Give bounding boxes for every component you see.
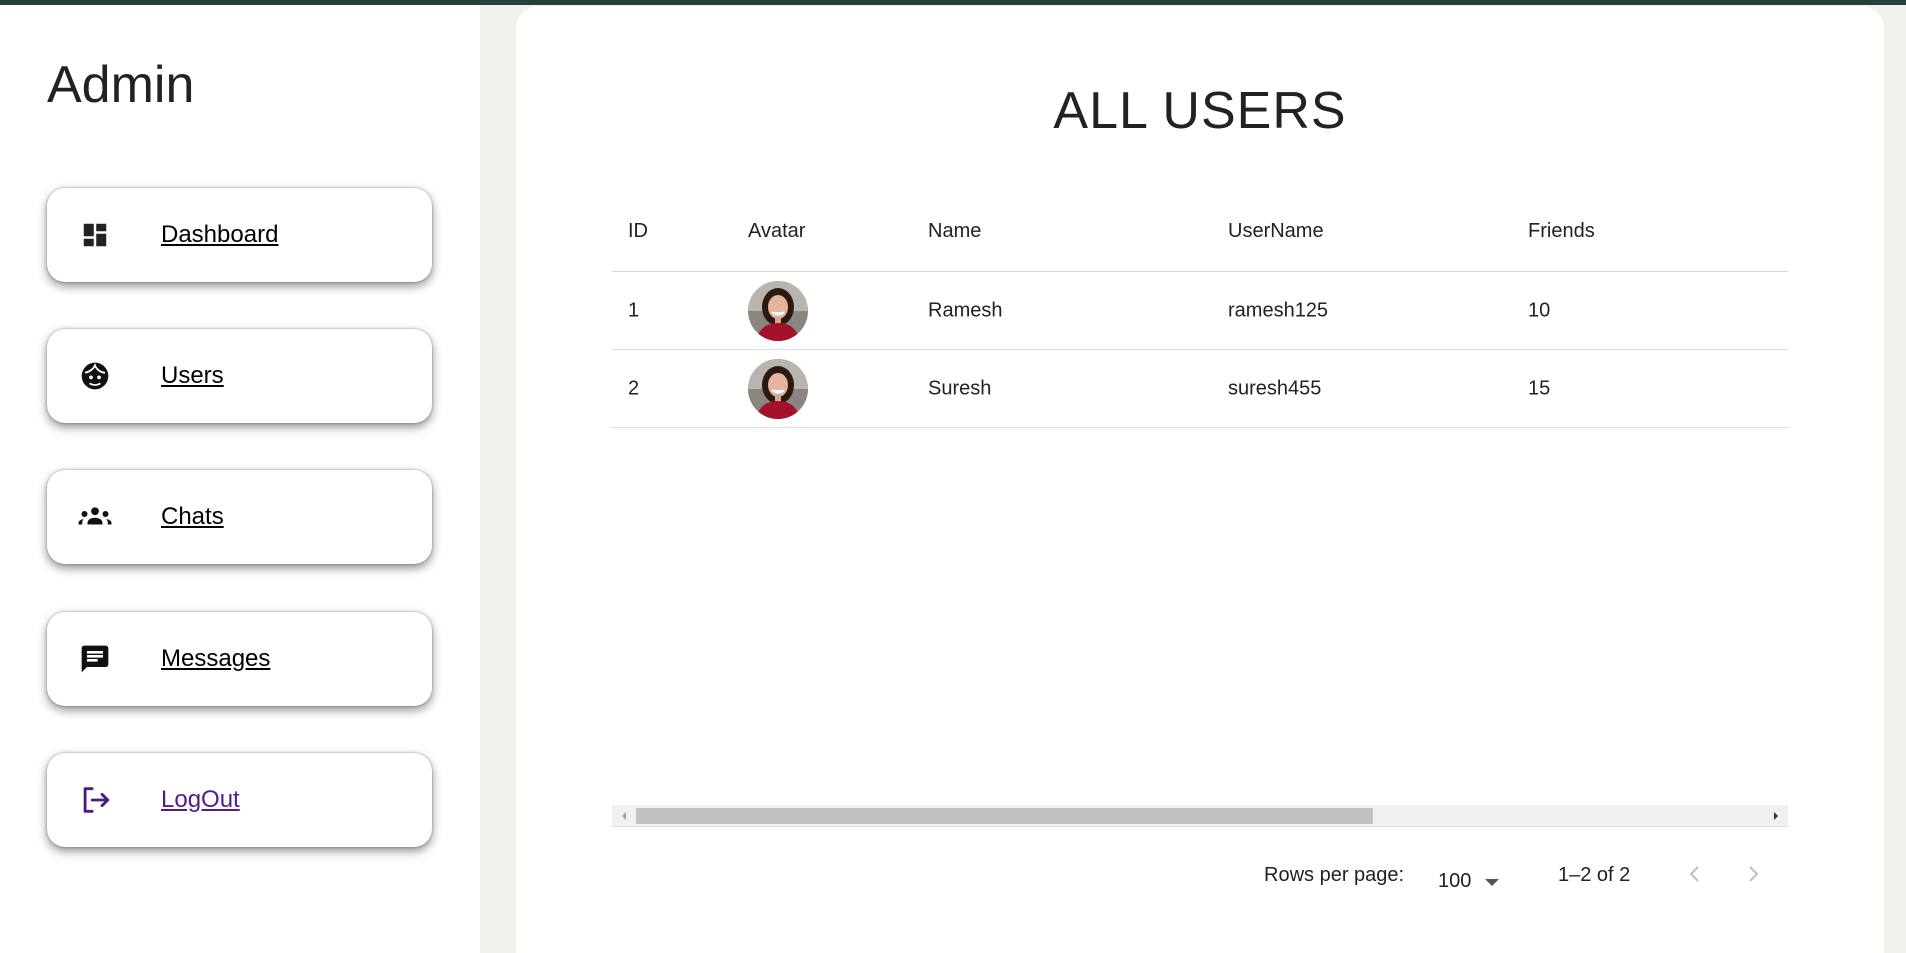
- scrollbar-thumb[interactable]: [636, 808, 1373, 824]
- cell-friends: 15: [1528, 377, 1551, 399]
- scroll-left-arrow-icon[interactable]: [612, 805, 636, 827]
- cell-username: ramesh125: [1228, 299, 1329, 321]
- column-header-username[interactable]: UserName: [1228, 220, 1324, 243]
- groups-icon: [77, 499, 113, 535]
- sidebar-item-label[interactable]: LogOut: [161, 786, 240, 814]
- page-title: ALL USERS: [1053, 82, 1347, 140]
- sidebar-item-users[interactable]: Users: [47, 329, 432, 423]
- table-header: ID Avatar Name UserName Friends: [612, 186, 1788, 272]
- previous-page-button[interactable]: [1678, 858, 1710, 890]
- brand-title: Admin: [47, 56, 195, 114]
- sidebar-item-label[interactable]: Chats: [161, 503, 224, 531]
- table-row[interactable]: 1 Ramesh ramesh125 10: [612, 272, 1788, 350]
- sidebar: Admin Dashboard Users Chats Messages Log…: [0, 5, 480, 953]
- cell-username: suresh455: [1228, 377, 1322, 399]
- cell-name: Ramesh: [928, 299, 1003, 321]
- next-page-button[interactable]: [1738, 858, 1770, 890]
- column-header-name[interactable]: Name: [928, 220, 981, 243]
- cell-friends: 10: [1528, 299, 1551, 321]
- sidebar-item-messages[interactable]: Messages: [47, 612, 432, 706]
- pagination-range: 1–2 of 2: [1558, 864, 1631, 886]
- column-header-avatar[interactable]: Avatar: [748, 220, 805, 243]
- sidebar-item-label[interactable]: Dashboard: [161, 221, 278, 249]
- chevron-down-icon: [1485, 870, 1500, 893]
- chevron-right-icon: [1749, 866, 1759, 882]
- rows-per-page-label: Rows per page:: [1264, 864, 1405, 886]
- sidebar-item-dashboard[interactable]: Dashboard: [47, 188, 432, 282]
- cell-avatar: [748, 280, 808, 341]
- message-icon: [77, 641, 113, 677]
- table-row[interactable]: 2 Suresh suresh455 15: [612, 350, 1788, 428]
- cell-name: Suresh: [928, 377, 992, 399]
- sidebar-item-chats[interactable]: Chats: [47, 470, 432, 564]
- rows-per-page-select[interactable]: 100: [1438, 861, 1500, 901]
- rows-per-page-value: 100: [1438, 869, 1472, 892]
- avatar: [748, 280, 808, 341]
- users-table: ID Avatar Name UserName Friends 1 Ramesh…: [612, 186, 1788, 428]
- column-header-id[interactable]: ID: [628, 220, 648, 243]
- sidebar-item-label[interactable]: Users: [161, 362, 224, 390]
- horizontal-scrollbar[interactable]: [612, 805, 1788, 827]
- chevron-left-icon: [1689, 866, 1699, 882]
- avatar: [748, 358, 808, 419]
- sidebar-item-logout[interactable]: LogOut: [47, 753, 432, 847]
- sidebar-item-label[interactable]: Messages: [161, 645, 270, 673]
- face-icon: [77, 358, 113, 394]
- scroll-right-arrow-icon[interactable]: [1764, 805, 1788, 827]
- cell-id: 2: [628, 377, 640, 399]
- column-header-friends[interactable]: Friends: [1528, 220, 1595, 243]
- main-panel: ALL USERS ID Avatar Name UserName Friend…: [516, 6, 1884, 953]
- dashboard-icon: [77, 217, 113, 253]
- cell-id: 1: [628, 299, 640, 321]
- logout-icon: [77, 782, 113, 818]
- cell-avatar: [748, 358, 808, 419]
